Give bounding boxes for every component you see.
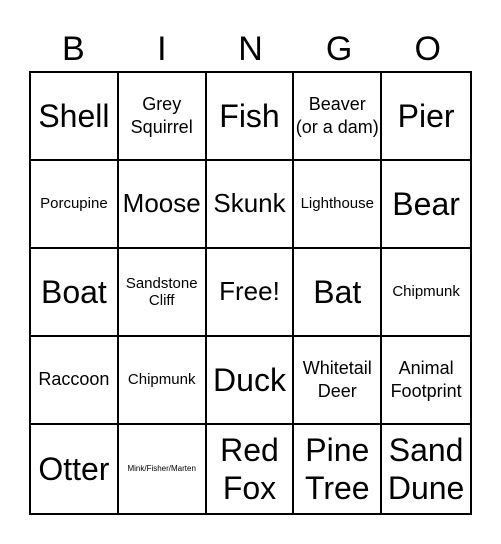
bingo-cell[interactable]: Bear [382, 161, 470, 249]
bingo-cell[interactable]: Mink/Fisher/Marten [119, 425, 207, 513]
bingo-cell[interactable]: Fish [206, 73, 295, 161]
bingo-cell[interactable]: Boat [31, 249, 119, 337]
bingo-cell[interactable]: Chipmunk [382, 249, 470, 337]
bingo-cell[interactable]: Animal Footprint [382, 337, 470, 425]
bingo-cell[interactable]: Beaver (or a dam) [294, 73, 383, 161]
header-letter-b: B [61, 30, 85, 68]
bingo-cell[interactable]: Raccoon [31, 337, 119, 425]
bingo-card-grid: Shell Grey Squirrel Fish Beaver (or a dam) P… [29, 71, 472, 515]
bingo-cell[interactable]: Otter [31, 425, 119, 513]
bingo-cell[interactable]: Chipmunk [118, 337, 207, 425]
bingo-cell[interactable]: Pier [382, 73, 470, 161]
bingo-cell[interactable]: Lighthouse [294, 161, 383, 249]
bingo-cell[interactable]: Sand Dune [382, 425, 470, 513]
bingo-cell[interactable]: Red Fox [207, 425, 295, 513]
bingo-cell[interactable]: Porcupine [31, 161, 119, 249]
bingo-cell[interactable]: Shell [31, 73, 119, 161]
header-letter-n: N [238, 30, 263, 68]
bingo-cell[interactable]: Sandstone Cliff [118, 249, 207, 337]
bingo-cell[interactable]: Free! [206, 249, 295, 337]
bingo-cell[interactable]: Whitetail Deer [294, 337, 383, 425]
bingo-cell[interactable]: Bat [294, 249, 383, 337]
bingo-header: B I N G O [29, 28, 472, 70]
bingo-cell[interactable]: Skunk [206, 161, 295, 249]
bingo-cell[interactable]: Grey Squirrel [118, 73, 207, 161]
header-letter-g: G [325, 30, 353, 68]
bingo-cell[interactable]: Moose [118, 161, 207, 249]
header-letter-i: I [157, 30, 167, 68]
header-letter-o: O [414, 30, 441, 68]
bingo-cell[interactable]: Pine Tree [294, 425, 383, 513]
bingo-cell[interactable]: Duck [206, 337, 295, 425]
